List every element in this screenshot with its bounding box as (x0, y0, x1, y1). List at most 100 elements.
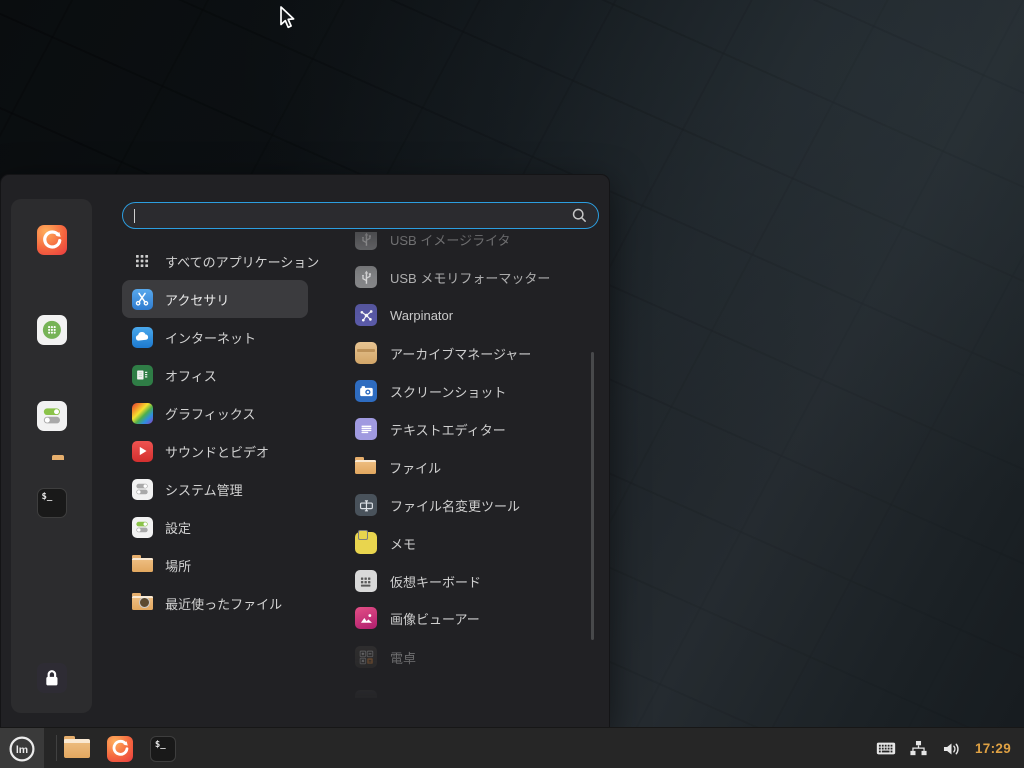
category-office[interactable]: オフィス (122, 356, 308, 394)
app-label: スクリーンショット (390, 382, 506, 401)
application-menu: $_ (1, 175, 609, 727)
system-tray: 17:29 (876, 728, 1011, 768)
app-item-usb-formatter[interactable]: USB メモリフォーマッター (340, 258, 586, 296)
taskbar-launchers: $_ (64, 728, 176, 768)
app-item-virtual-keyboard[interactable]: 仮想キーボード (340, 562, 586, 600)
file-rename-tool-icon (355, 494, 377, 516)
category-accessories[interactable]: アクセサリ (122, 280, 308, 318)
firefox-icon[interactable] (37, 225, 67, 255)
application-list: USB イメージライタ USB メモリフォーマッター (340, 232, 592, 710)
app-item-notes[interactable]: メモ (340, 524, 586, 562)
app-item-screenshot[interactable]: スクリーンショット (340, 372, 586, 410)
mint-logo-icon: lm (8, 735, 36, 763)
app-label: 電卓 (390, 648, 416, 667)
usb-image-writer-icon (355, 232, 377, 250)
screenshot-camera-icon (355, 380, 377, 402)
archive-manager-icon (355, 342, 377, 364)
text-caret (134, 209, 135, 223)
search-icon (570, 206, 589, 225)
category-label: オフィス (165, 366, 217, 385)
text-editor-icon (355, 418, 377, 440)
app-item-archive-manager[interactable]: アーカイブマネージャー (340, 334, 586, 372)
warpinator-network-icon (355, 304, 377, 326)
app-label: USB イメージライタ (390, 232, 511, 249)
category-label: インターネット (165, 328, 256, 347)
mint-menu-button[interactable]: lm (0, 728, 44, 768)
app-label: ファイル名変更ツール (390, 496, 520, 515)
category-graphics[interactable]: グラフィックス (122, 394, 308, 432)
document-icon (132, 365, 153, 386)
terminal-launcher-icon[interactable]: $_ (150, 736, 176, 762)
app-label: テキストエディター (390, 420, 506, 439)
notes-memo-icon (355, 532, 377, 554)
category-recent-files[interactable]: 最近使ったファイル (122, 584, 308, 622)
category-label: サウンドとビデオ (165, 442, 269, 461)
calculator-icon (355, 646, 377, 668)
category-label: システム管理 (165, 480, 243, 499)
admin-toggles-icon (132, 479, 153, 500)
files-launcher-icon[interactable] (64, 739, 90, 757)
app-label: 仮想キーボード (390, 572, 481, 591)
category-all-applications[interactable]: すべてのアプリケーション (122, 242, 308, 280)
volume-icon[interactable] (942, 739, 962, 759)
category-places[interactable]: 場所 (122, 546, 308, 584)
cloud-icon (132, 327, 153, 348)
scissors-icon (132, 289, 153, 310)
settings-toggles-icon (132, 517, 153, 538)
app-label: メモ (390, 534, 416, 553)
system-settings-icon[interactable] (37, 401, 67, 431)
search-bar[interactable] (122, 202, 599, 229)
category-label: 設定 (165, 518, 191, 537)
app-item-partial[interactable] (340, 676, 586, 710)
play-icon (132, 441, 153, 462)
app-item-calculator[interactable]: 電卓 (340, 638, 586, 676)
app-grid-icon (132, 251, 153, 272)
app-label: Warpinator (390, 308, 453, 323)
desktop-wallpaper: $_ (0, 0, 1024, 768)
software-manager-icon[interactable] (37, 315, 67, 345)
search-input[interactable] (132, 203, 570, 228)
virtual-keyboard-icon (355, 570, 377, 592)
app-label: ファイル (389, 458, 441, 477)
app-item-file-rename[interactable]: ファイル名変更ツール (340, 486, 586, 524)
app-item-usb-image-writer[interactable]: USB イメージライタ (340, 232, 586, 258)
menu-sidebar: $_ (11, 199, 92, 713)
app-label: 画像ビューアー (390, 609, 480, 628)
app-label: アーカイブマネージャー (390, 344, 531, 363)
mouse-cursor (277, 5, 296, 30)
category-settings[interactable]: 設定 (122, 508, 308, 546)
folder-icon (355, 460, 376, 475)
keyboard-layout-icon[interactable] (876, 739, 896, 759)
category-internet[interactable]: インターネット (122, 318, 308, 356)
clock-badge-icon (139, 597, 150, 608)
taskbar: lm $_ (0, 727, 1024, 768)
app-item-text-editor[interactable]: テキストエディター (340, 410, 586, 448)
app-item-files[interactable]: ファイル (340, 448, 586, 486)
app-item-image-viewer[interactable]: 画像ビューアー (340, 599, 586, 637)
taskbar-separator (56, 735, 57, 761)
category-label: アクセサリ (165, 290, 229, 309)
category-label: 場所 (165, 556, 191, 575)
recent-folder-icon (132, 596, 153, 611)
svg-text:lm: lm (16, 744, 28, 756)
app-list-scrollbar[interactable] (591, 352, 594, 640)
terminal-prompt-glyph: $_ (151, 737, 166, 750)
image-viewer-icon (355, 607, 377, 629)
network-icon[interactable] (909, 739, 929, 759)
taskbar-clock[interactable]: 17:29 (975, 741, 1011, 756)
app-label: USB メモリフォーマッター (390, 268, 550, 287)
terminal-icon[interactable]: $_ (37, 488, 67, 518)
category-list: すべてのアプリケーション アクセサリ インタ (122, 242, 308, 622)
category-sound-video[interactable]: サウンドとビデオ (122, 432, 308, 470)
category-label: 最近使ったファイル (165, 594, 282, 613)
category-label: グラフィックス (165, 404, 255, 423)
category-label: すべてのアプリケーション (165, 252, 319, 271)
usb-formatter-icon (355, 266, 377, 288)
lock-screen-icon[interactable] (37, 663, 67, 693)
partial-app-icon (355, 690, 377, 698)
rainbow-palette-icon (132, 403, 153, 424)
app-item-warpinator[interactable]: Warpinator (340, 296, 586, 334)
firefox-launcher-icon[interactable] (107, 736, 133, 762)
folder-icon (132, 558, 153, 573)
category-system-admin[interactable]: システム管理 (122, 470, 308, 508)
